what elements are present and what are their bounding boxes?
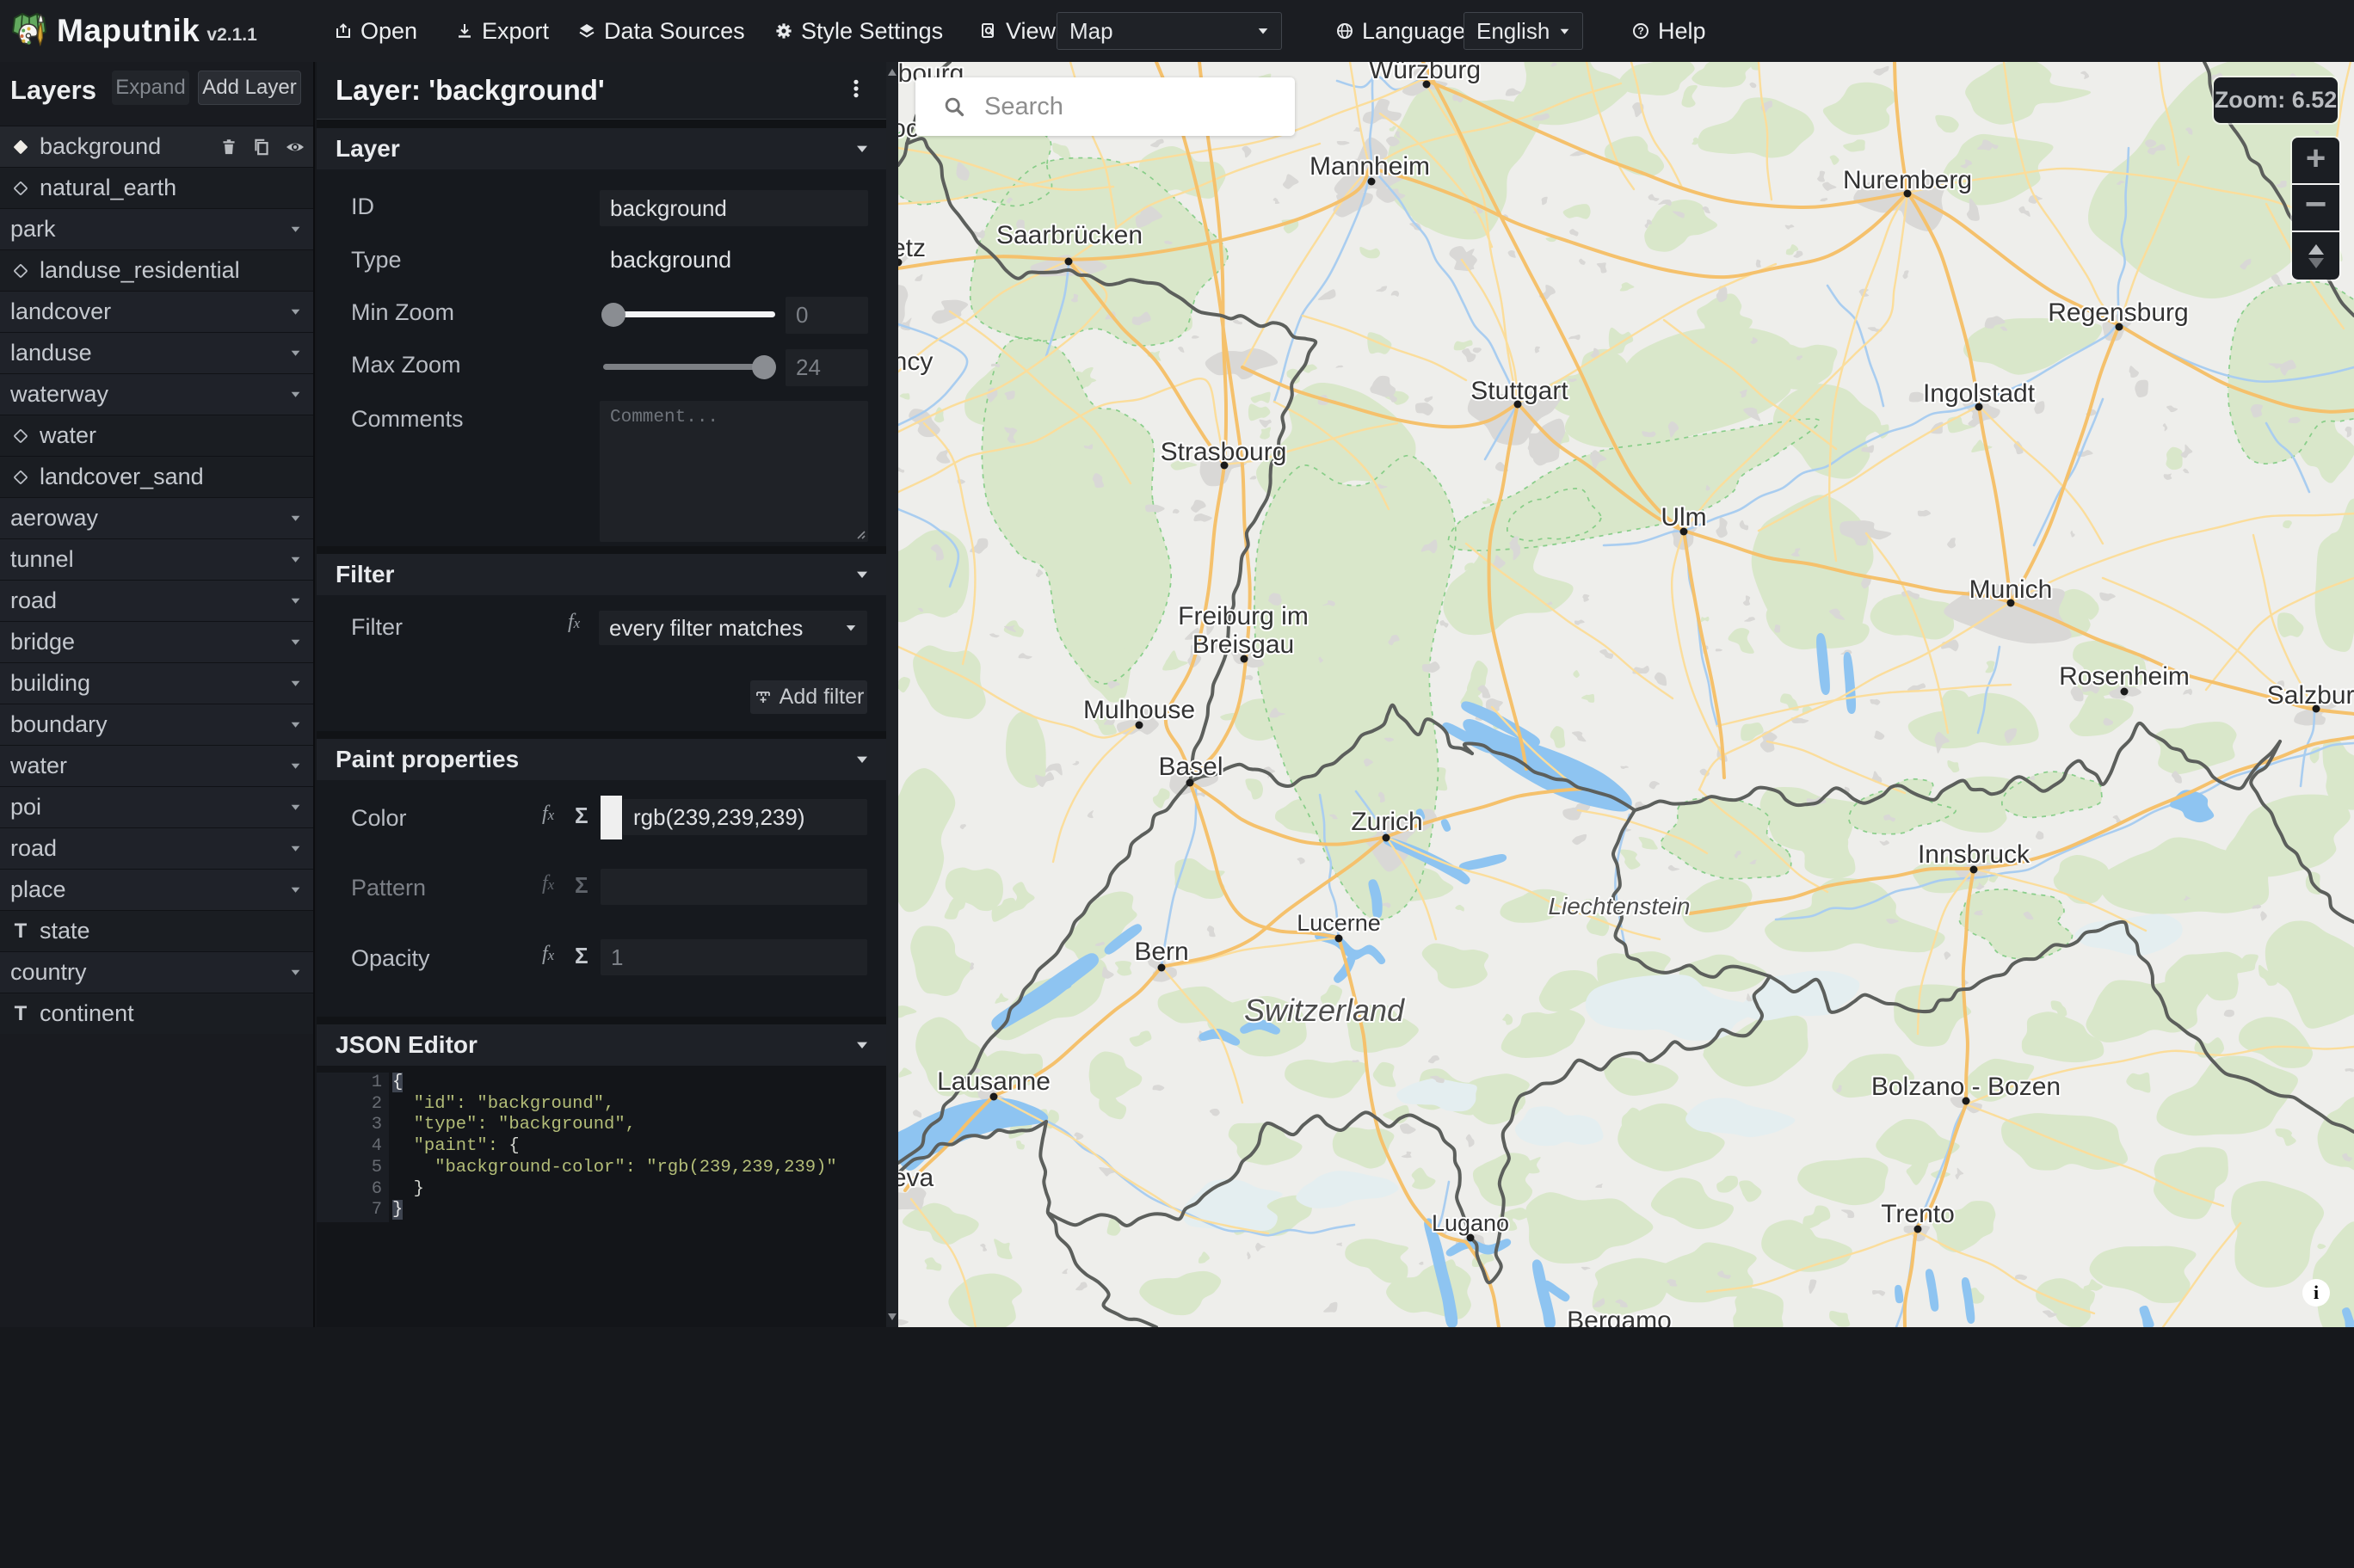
svg-text:Mannheim: Mannheim: [1309, 152, 1430, 181]
svg-text:Bern: Bern: [1134, 938, 1188, 966]
svg-text:Bolzano - Bozen: Bolzano - Bozen: [1871, 1073, 2061, 1101]
svg-text:Switzerland: Switzerland: [1244, 993, 1405, 1028]
svg-text:Basel: Basel: [1158, 753, 1223, 781]
svg-text:Ulm: Ulm: [1661, 503, 1706, 532]
svg-text:Salzburg: Salzburg: [2267, 681, 2354, 710]
svg-text:eva: eva: [898, 1164, 934, 1192]
svg-text:Lugano: Lugano: [1432, 1210, 1509, 1236]
svg-text:Saarbrücken: Saarbrücken: [996, 221, 1143, 249]
svg-text:Lucerne: Lucerne: [1297, 910, 1381, 936]
svg-text:Liechtenstein: Liechtenstein: [1548, 893, 1690, 919]
svg-text:Lausanne: Lausanne: [937, 1067, 1051, 1096]
svg-text:Breisgau: Breisgau: [1192, 630, 1294, 659]
svg-text:Bergamo: Bergamo: [1567, 1307, 1672, 1327]
svg-text:Zurich: Zurich: [1351, 808, 1422, 836]
svg-text:Freiburg im: Freiburg im: [1178, 602, 1309, 630]
svg-text:Mulhouse: Mulhouse: [1083, 696, 1195, 724]
svg-text:Stuttgart: Stuttgart: [1470, 377, 1568, 405]
svg-text:ncy: ncy: [898, 347, 933, 376]
svg-text:Rosenheim: Rosenheim: [2059, 662, 2190, 691]
svg-text:Trento: Trento: [1881, 1200, 1955, 1228]
svg-text:Regensburg: Regensburg: [2048, 298, 2188, 327]
svg-text:Innsbruck: Innsbruck: [1918, 840, 2030, 869]
svg-text:?: ?: [1637, 25, 1643, 37]
svg-text:etz: etz: [898, 234, 926, 262]
